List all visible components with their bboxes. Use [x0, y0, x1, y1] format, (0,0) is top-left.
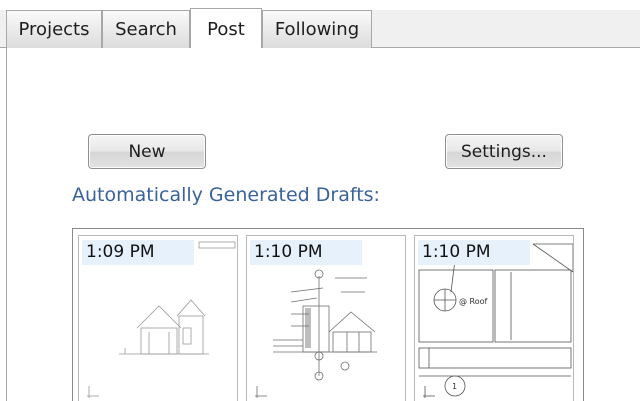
- tab-search-label: Search: [115, 19, 177, 40]
- draft-timestamp: 1:10 PM: [250, 240, 362, 265]
- tab-post-label: Post: [207, 18, 245, 40]
- tab-bar: Projects Search Post Following: [0, 8, 640, 49]
- drawing-label: @ Roof: [459, 297, 488, 306]
- tab-search[interactable]: Search: [102, 10, 190, 48]
- tab-following-label: Following: [274, 19, 360, 40]
- detail-number: 1: [452, 382, 457, 391]
- tab-following[interactable]: Following: [262, 10, 372, 48]
- new-button-label: New: [128, 141, 166, 162]
- drafts-heading: Automatically Generated Drafts:: [72, 184, 380, 206]
- tab-post[interactable]: Post: [190, 8, 262, 49]
- settings-button-label: Settings...: [461, 141, 547, 162]
- draft-thumbnail[interactable]: 1:10 PM: [246, 235, 406, 401]
- draft-timestamp: 1:09 PM: [82, 240, 194, 265]
- draft-thumbnail[interactable]: 1:09 PM: [78, 235, 238, 401]
- draft-thumbnail[interactable]: @ Roof 1 1:10 PM: [414, 235, 574, 401]
- draft-timestamp: 1:10 PM: [418, 240, 530, 265]
- settings-button[interactable]: Settings...: [445, 134, 563, 169]
- tab-projects-label: Projects: [18, 19, 90, 40]
- new-button[interactable]: New: [88, 134, 206, 169]
- tab-projects[interactable]: Projects: [6, 10, 102, 48]
- drafts-gallery: 1:09 PM 1:10 PM @ Roof 1 1:10 PM: [72, 228, 584, 401]
